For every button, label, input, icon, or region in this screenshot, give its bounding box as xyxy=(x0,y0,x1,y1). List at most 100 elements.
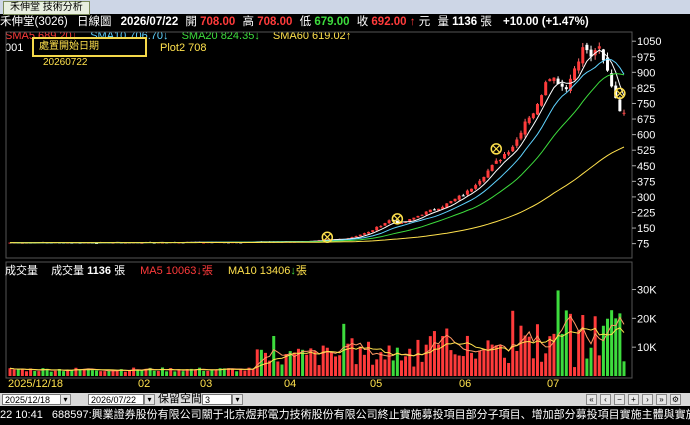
volume-bar xyxy=(568,313,572,376)
candle-body xyxy=(432,209,436,211)
volume-bar xyxy=(441,336,445,376)
volume-bar xyxy=(486,340,490,376)
volume-bar xyxy=(66,370,70,376)
volume-bar xyxy=(367,341,371,376)
change-pct: (+1.47%) xyxy=(541,16,589,28)
price-tick-label: 975 xyxy=(637,52,655,64)
candle-body xyxy=(552,77,556,81)
tab-technical-analysis[interactable]: 禾伸堂 技術分析 xyxy=(3,1,90,15)
candle-body xyxy=(535,104,539,115)
start-date-input[interactable]: 2025/12/18 xyxy=(2,394,62,405)
volume-bar xyxy=(12,369,16,376)
volume-bar xyxy=(404,356,408,376)
volume-bar xyxy=(482,348,486,376)
window-titlebar: 禾伸堂 技術分析 xyxy=(0,0,690,15)
moving-average-lines xyxy=(10,49,626,244)
volume-bar xyxy=(329,352,333,376)
scroll-first-icon[interactable]: « xyxy=(586,394,597,405)
volume-bar xyxy=(90,370,94,376)
candle-body xyxy=(560,83,564,87)
candle-body xyxy=(470,188,474,192)
candle-body xyxy=(577,61,581,71)
volume-bar xyxy=(507,362,511,376)
price-tick-label: 450 xyxy=(637,161,655,173)
x-label-mar: 03 xyxy=(200,378,213,390)
news-time: 22 10:41 xyxy=(0,409,43,421)
volume-value: 1136 xyxy=(452,16,478,28)
candle-body xyxy=(490,165,494,171)
volume-bar xyxy=(338,355,342,376)
volume-bar xyxy=(371,364,375,376)
price-tick-label: 600 xyxy=(637,130,655,142)
x-label-feb: 02 xyxy=(138,378,151,390)
volume-bar xyxy=(193,369,197,376)
candle-body xyxy=(581,47,585,64)
candle-body xyxy=(449,201,453,204)
candle-body xyxy=(502,153,506,159)
volume-bar xyxy=(573,367,577,376)
volume-bar xyxy=(560,333,564,376)
candle-body xyxy=(573,68,577,81)
volume-bar xyxy=(622,361,626,376)
zoom-out-icon[interactable]: − xyxy=(614,394,625,405)
volume-bar xyxy=(24,371,28,376)
reserve-space-stepper-icon[interactable]: ▾ xyxy=(232,394,243,405)
candle-body xyxy=(474,185,478,189)
volume-bar xyxy=(453,354,457,376)
stock-name: 禾伸堂(3026) xyxy=(0,16,68,28)
ma20-line xyxy=(10,73,625,244)
volume-bar xyxy=(140,369,144,376)
news-ticker[interactable]: 22 10:41 688597:興業證券股份有限公司關于北京煜邦電力技術股份有限… xyxy=(0,406,690,425)
volume-bar xyxy=(210,369,214,376)
volume-bar xyxy=(173,371,177,376)
settings-icon[interactable]: ⚙ xyxy=(670,394,681,405)
volume-tick-label: 10K xyxy=(637,342,657,354)
candle-body xyxy=(383,223,387,226)
price-tick-label: 225 xyxy=(637,207,655,219)
ma5-line xyxy=(10,49,625,244)
volume-bar xyxy=(251,368,255,376)
price-tick-label: 900 xyxy=(637,67,655,79)
volume-bar xyxy=(202,370,206,376)
volume-bar xyxy=(527,336,531,376)
signal-marker-cross xyxy=(616,89,624,97)
volume-bar xyxy=(379,352,383,376)
price-tick-label: 675 xyxy=(637,114,655,126)
volume-bar xyxy=(53,370,57,376)
volume-bar xyxy=(313,351,317,376)
volume-panel-unit: 張 xyxy=(114,265,126,277)
x-label-start: 2025/12/18 xyxy=(8,378,64,390)
volume-bar xyxy=(103,371,107,376)
candle-body xyxy=(453,198,457,202)
volume-bar xyxy=(614,318,618,376)
price-axis: 75 150 225 300 375 450 525 600 675 750 825 900 975 10… xyxy=(632,36,661,251)
candle-body xyxy=(498,159,502,162)
volume-tick-label: 20K xyxy=(637,313,657,325)
volume-axis: 10K 20K 30K xyxy=(632,285,657,354)
start-date-dropdown-icon[interactable]: ▾ xyxy=(60,394,71,405)
volume-bar xyxy=(354,364,358,376)
end-date-dropdown-icon[interactable]: ▾ xyxy=(144,394,155,405)
price-tick-label: 825 xyxy=(637,83,655,95)
scroll-last-icon[interactable]: » xyxy=(656,394,667,405)
scroll-right-icon[interactable]: › xyxy=(642,394,653,405)
candle-body xyxy=(527,117,531,124)
volume-bar xyxy=(585,358,589,376)
candle-body xyxy=(375,226,379,231)
close-arrow-icon: ↑ xyxy=(409,16,416,28)
volume-bar xyxy=(123,371,127,376)
volume-bar xyxy=(78,369,82,376)
scroll-left-icon[interactable]: ‹ xyxy=(600,394,611,405)
volume-bar xyxy=(231,368,235,376)
volume-panel-title: 成交量 xyxy=(5,265,38,277)
volume-bar xyxy=(449,350,453,376)
volume-bar xyxy=(156,371,160,376)
candle-body xyxy=(507,152,511,155)
zoom-in-icon[interactable]: + xyxy=(628,394,639,405)
volume-bar xyxy=(494,345,498,376)
volume-bar xyxy=(399,360,403,376)
volume-bar xyxy=(305,354,309,376)
end-date-input[interactable]: 2026/07/22 xyxy=(88,394,144,405)
reserve-space-input[interactable]: 3 xyxy=(202,394,232,405)
volume-bar xyxy=(214,369,218,376)
